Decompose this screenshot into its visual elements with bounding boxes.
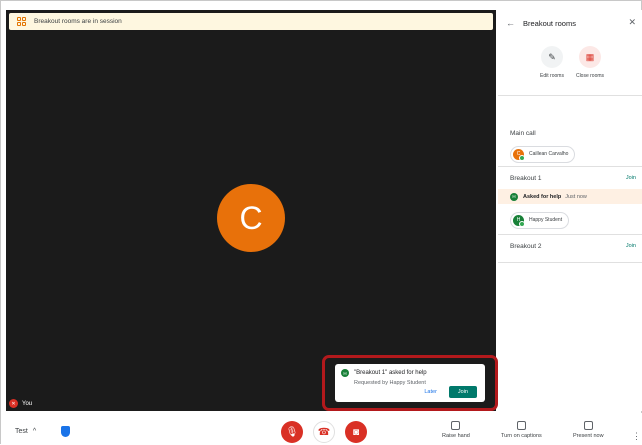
close-icon[interactable]: ✕	[628, 17, 636, 28]
mic-off-icon: 🎙	[285, 426, 299, 438]
join-breakout2-link[interactable]: Join	[626, 243, 636, 249]
help-time: Just now	[565, 193, 587, 200]
self-label: You	[22, 400, 33, 407]
meeting-name: Test	[15, 428, 28, 435]
notification-title: "Breakout 1" asked for help	[354, 370, 427, 376]
mic-off-icon: ✕	[9, 399, 18, 408]
breakout1-section: Breakout 1 Join H Asked for help Just no…	[498, 167, 642, 235]
captions-button[interactable]: Turn on captions	[501, 421, 542, 439]
meet-window: Breakout rooms are in session C ✕ You H …	[0, 0, 642, 445]
bottom-bar: Test ^ 🎙 ☎ ◙ Raise hand Turn on captions…	[1, 413, 642, 445]
breakout-rooms-icon	[17, 17, 26, 26]
avatar: H	[513, 214, 525, 227]
help-label: Asked for help	[523, 193, 562, 200]
present-label: Present now	[573, 433, 604, 439]
participant-name: Caillean Carvalho	[529, 151, 569, 157]
help-notification: H "Breakout 1" asked for help Requested …	[335, 364, 485, 402]
leave-call-button[interactable]: ☎	[313, 421, 335, 443]
notification-avatar: H	[341, 369, 349, 377]
phone-hangup-icon: ☎	[317, 426, 331, 438]
camera-off-icon: ◙	[352, 426, 360, 438]
chevron-up-icon: ^	[32, 428, 37, 435]
banner-text: Breakout rooms are in session	[34, 18, 122, 25]
avatar: C	[513, 148, 525, 161]
join-button[interactable]: Join	[448, 386, 477, 398]
breakout1-title: Breakout 1	[510, 175, 542, 182]
shield-icon[interactable]	[61, 426, 70, 437]
main-call-title: Main call	[510, 130, 536, 137]
mic-toggle-button[interactable]: 🎙	[281, 421, 303, 443]
main-call-section: Main call C Caillean Carvalho	[498, 122, 642, 167]
later-button[interactable]: Later	[424, 389, 437, 395]
join-breakout1-link[interactable]: Join	[626, 175, 636, 181]
edit-rooms-button[interactable]: ✎ Edit rooms	[532, 46, 572, 79]
more-options-icon[interactable]: ⋮	[632, 431, 641, 442]
breakout2-title: Breakout 2	[510, 243, 542, 250]
captions-label: Turn on captions	[501, 433, 542, 439]
participant-chip: C Caillean Carvalho	[510, 145, 576, 163]
present-icon	[583, 421, 593, 430]
close-rooms-label: Close rooms	[575, 73, 605, 79]
close-rooms-button[interactable]: ▦ Close rooms	[570, 46, 610, 79]
participant-name: Happy Student	[529, 217, 563, 223]
breakout-banner: Breakout rooms are in session	[9, 13, 493, 30]
help-request-row: H Asked for help Just now	[498, 189, 642, 204]
breakout-panel: ← Breakout rooms ✕ ✎ Edit rooms ▦ Close …	[498, 10, 642, 411]
participant-avatar: C	[217, 184, 285, 252]
breakout2-section: Breakout 2 Join	[498, 235, 642, 263]
video-stage: Breakout rooms are in session C ✕ You	[6, 10, 496, 411]
pencil-icon: ✎	[541, 46, 563, 68]
raise-hand-button[interactable]: Raise hand	[442, 421, 470, 439]
hand-icon	[451, 421, 461, 430]
participant-chip: H Happy Student	[510, 211, 570, 229]
camera-toggle-button[interactable]: ◙	[345, 421, 367, 443]
captions-icon	[516, 421, 526, 430]
panel-title: Breakout rooms	[523, 18, 576, 28]
edit-rooms-label: Edit rooms	[540, 73, 564, 79]
back-arrow-icon[interactable]: ←	[506, 18, 515, 28]
raise-hand-label: Raise hand	[442, 433, 470, 439]
present-button[interactable]: Present now	[573, 421, 604, 439]
meeting-details-button[interactable]: Test ^	[15, 428, 36, 435]
breakout-rooms-icon: ▦	[579, 46, 601, 68]
panel-header: ← Breakout rooms ✕	[498, 10, 642, 36]
self-tag: ✕ You	[9, 399, 32, 408]
help-avatar: H	[510, 192, 518, 201]
panel-actions: ✎ Edit rooms ▦ Close rooms	[498, 36, 642, 96]
